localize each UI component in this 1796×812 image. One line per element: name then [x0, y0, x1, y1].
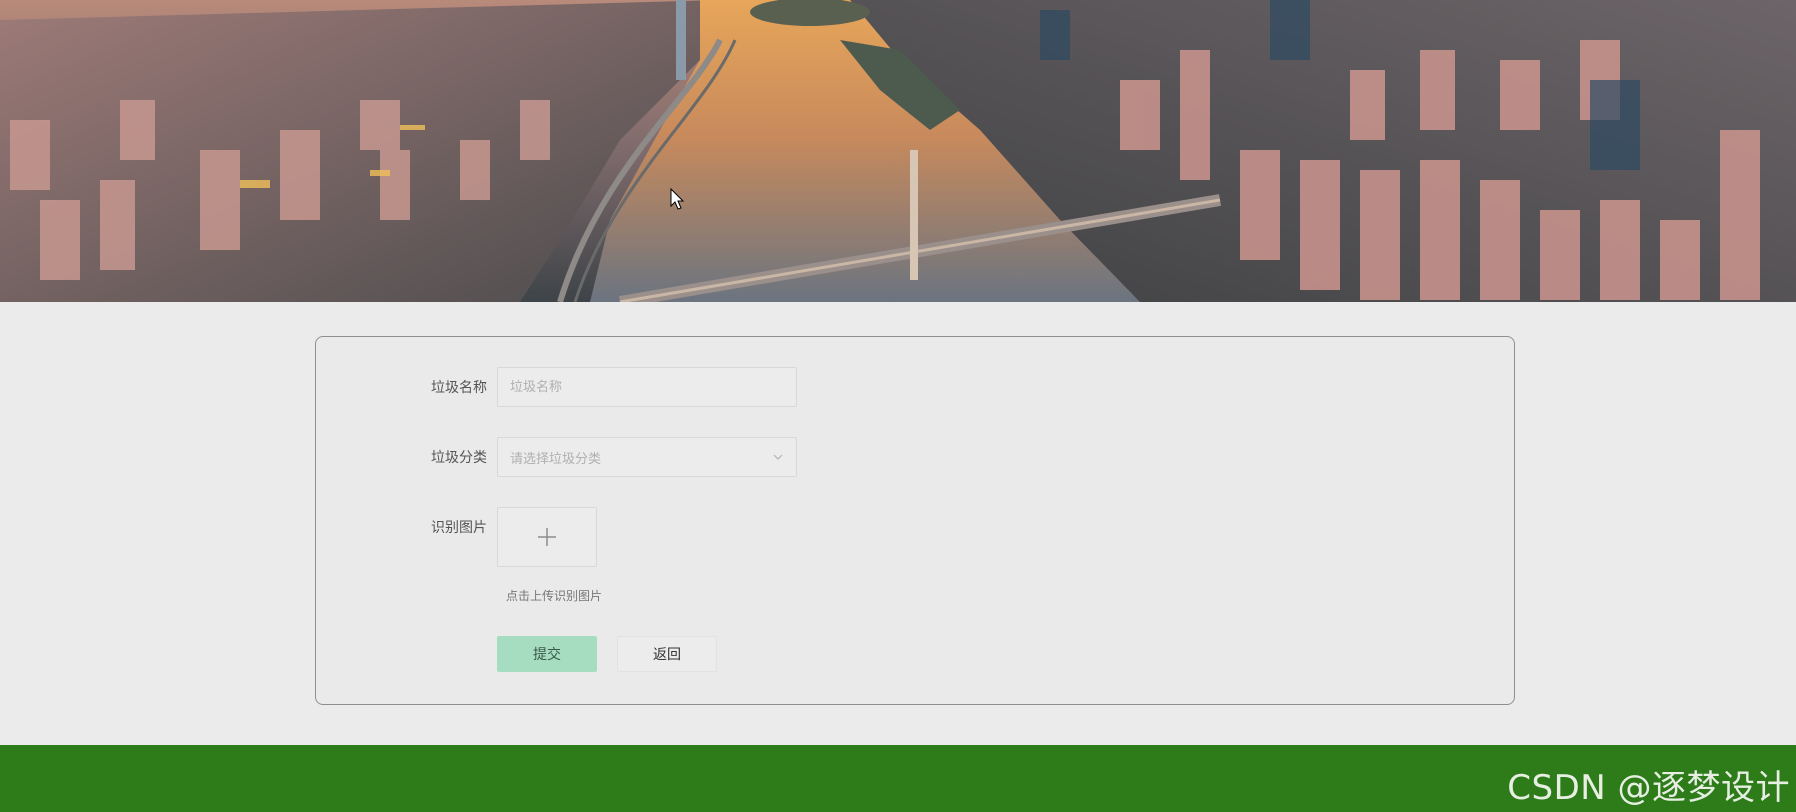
plus-icon — [538, 528, 556, 546]
form-row-recognition-image: 识别图片 — [316, 507, 597, 567]
city-skyline-image — [0, 0, 1796, 302]
form-actions: 提交 返回 — [497, 636, 717, 672]
garbage-category-placeholder: 请选择垃圾分类 — [510, 451, 602, 467]
garbage-form-card: 垃圾名称 垃圾分类 请选择垃圾分类 识别图片 点击上传识别图片 提交 返回 — [315, 336, 1515, 705]
csdn-watermark: CSDN @逐梦设计 — [1507, 768, 1790, 808]
image-upload-button[interactable] — [497, 507, 597, 567]
garbage-category-select[interactable]: 请选择垃圾分类 — [497, 437, 797, 477]
garbage-category-label: 垃圾分类 — [431, 450, 487, 466]
recognition-image-label: 识别图片 — [431, 520, 487, 536]
submit-button[interactable]: 提交 — [497, 636, 597, 672]
form-row-garbage-name: 垃圾名称 — [316, 367, 797, 407]
hero-banner — [0, 0, 1796, 302]
upload-hint-text: 点击上传识别图片 — [506, 589, 603, 603]
chevron-down-icon — [773, 454, 783, 460]
form-row-garbage-category: 垃圾分类 请选择垃圾分类 — [316, 437, 797, 477]
back-button[interactable]: 返回 — [617, 636, 717, 672]
garbage-name-label: 垃圾名称 — [431, 380, 487, 396]
garbage-name-input[interactable] — [497, 367, 797, 407]
mouse-cursor-icon — [670, 188, 684, 210]
